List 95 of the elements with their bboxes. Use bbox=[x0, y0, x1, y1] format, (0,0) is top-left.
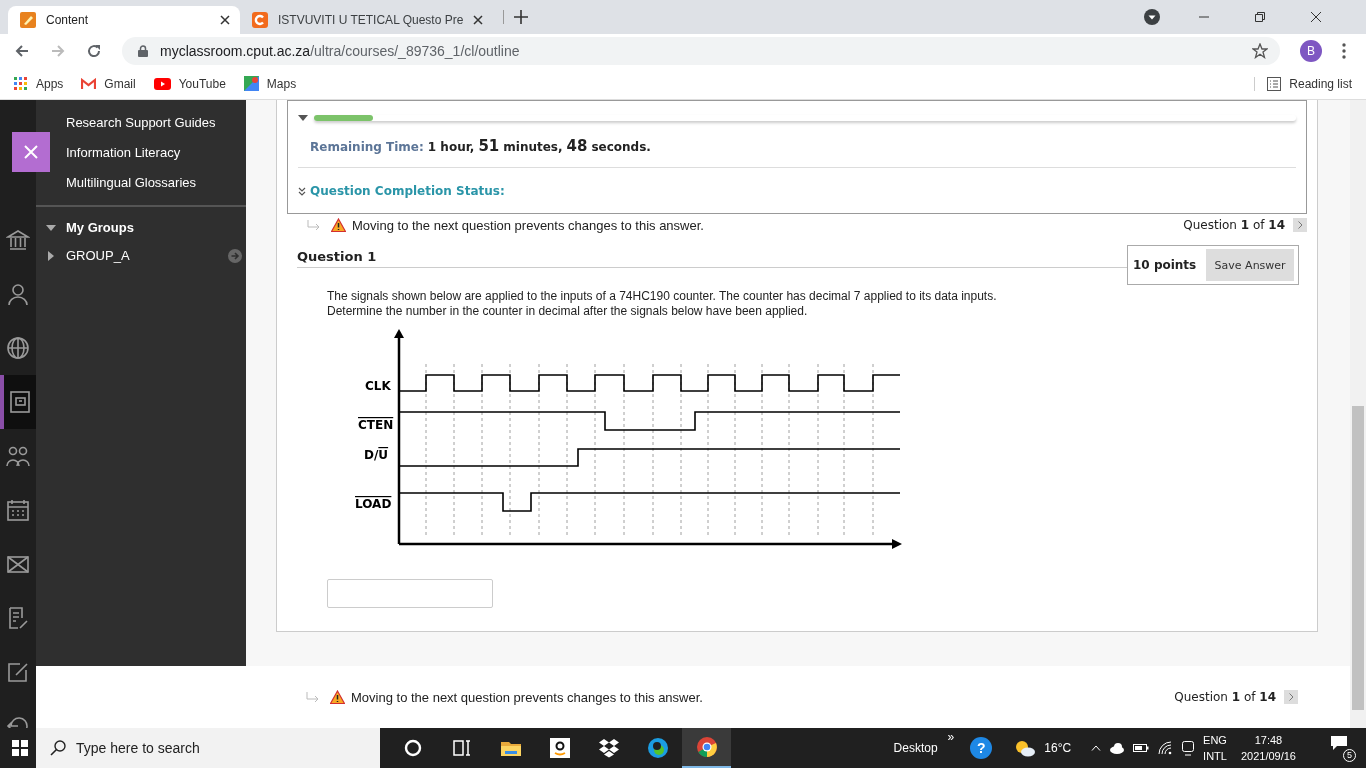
groups-heading: My Groups bbox=[66, 220, 134, 235]
remaining-time-value: minutes, bbox=[503, 140, 563, 154]
clock[interactable]: 17:48 2021/09/16 bbox=[1240, 732, 1296, 764]
remaining-time-value: 1 hour, bbox=[427, 140, 475, 154]
corner-arrow-icon bbox=[306, 692, 320, 702]
message-icon bbox=[1330, 734, 1348, 751]
reload-icon[interactable] bbox=[86, 43, 102, 59]
device-icon[interactable] bbox=[1181, 740, 1196, 756]
new-tab-icon[interactable] bbox=[503, 10, 529, 24]
bookmark-link[interactable]: Apps bbox=[14, 76, 64, 91]
arrow-circle-icon[interactable] bbox=[228, 248, 242, 263]
save-answer-button[interactable]: Save Answer bbox=[1206, 249, 1294, 281]
next-question-button[interactable] bbox=[1293, 218, 1307, 232]
remaining-time-label: Remaining Time: bbox=[310, 140, 424, 154]
people-icon bbox=[6, 444, 30, 468]
group-link[interactable]: GROUP_A bbox=[66, 248, 218, 263]
sidebar-link[interactable]: Information Literacy bbox=[66, 145, 246, 161]
bookmark-link[interactable]: Gmail bbox=[81, 76, 136, 91]
close-icon[interactable] bbox=[473, 15, 484, 25]
taskbar-app-button[interactable] bbox=[682, 728, 731, 768]
points-value: 10 points bbox=[1133, 258, 1197, 272]
wifi-icon[interactable] bbox=[1157, 741, 1174, 755]
remaining-time-value: 51 bbox=[478, 137, 500, 155]
signal-label: CTEN bbox=[358, 418, 394, 432]
person-icon bbox=[6, 282, 30, 306]
pencil-icon bbox=[20, 12, 36, 28]
document-icon bbox=[6, 606, 30, 630]
notification-button[interactable]: 5 bbox=[1330, 734, 1356, 762]
url-text: myclassroom.cput.ac.za/ultra/courses/_89736_1/cl/outline bbox=[160, 43, 520, 59]
chevron-icon[interactable] bbox=[298, 186, 306, 196]
taskbar-search-field[interactable]: Type here to search bbox=[36, 728, 380, 768]
notification-count: 5 bbox=[1343, 748, 1356, 762]
warning-message: Moving to the next question prevents changes to this answer. bbox=[351, 689, 703, 705]
help-button[interactable]: ? bbox=[970, 737, 993, 759]
sun-cloud-icon bbox=[1014, 739, 1037, 757]
restore-icon[interactable] bbox=[1254, 11, 1266, 23]
calendar-icon bbox=[6, 498, 30, 522]
toolbar-overflow-button[interactable]: » bbox=[947, 730, 955, 744]
play-icon bbox=[153, 77, 171, 90]
warning-message: Moving to the next question prevents changes to this answer. bbox=[352, 217, 704, 233]
warning-icon bbox=[330, 690, 345, 704]
caret-icon[interactable] bbox=[46, 222, 56, 233]
chrome-icon bbox=[694, 735, 719, 759]
corner-arrow-icon bbox=[307, 220, 321, 230]
answer-field[interactable] bbox=[327, 579, 493, 608]
list-icon bbox=[1267, 76, 1282, 91]
next-question-button[interactable] bbox=[1284, 690, 1298, 704]
signal-label: LOAD bbox=[355, 497, 392, 511]
desktop-toolbar-label[interactable]: Desktop bbox=[893, 741, 938, 755]
bank-icon bbox=[6, 228, 30, 252]
language-indicator[interactable]: ENG INTL bbox=[1203, 732, 1227, 764]
windows-start-icon[interactable] bbox=[12, 740, 28, 756]
close-button[interactable] bbox=[12, 132, 50, 172]
sidebar-link[interactable]: Research Support Guides bbox=[66, 115, 246, 131]
question-title: Question 1 bbox=[297, 249, 377, 264]
reading-list-link[interactable]: Reading list bbox=[1254, 76, 1352, 91]
browser-tab[interactable]: ISTVUVITI U TETICAL Questo Pre bbox=[240, 6, 494, 34]
battery-icon[interactable] bbox=[1133, 743, 1150, 753]
bookmark-link[interactable]: Maps bbox=[243, 76, 297, 91]
star-icon[interactable] bbox=[1252, 43, 1268, 59]
dropbox-icon bbox=[596, 736, 621, 760]
caret-up-icon[interactable] bbox=[1091, 745, 1102, 751]
browser-tab[interactable]: Content bbox=[8, 6, 240, 34]
map-pin-icon bbox=[243, 76, 259, 91]
caret-icon[interactable] bbox=[298, 114, 308, 122]
question-counter: Question 1 of 14 bbox=[1183, 218, 1285, 232]
mail-icon bbox=[81, 77, 97, 90]
cloud-icon[interactable] bbox=[1109, 742, 1126, 754]
signal-label: D/U bbox=[364, 448, 389, 462]
caret-icon[interactable] bbox=[46, 250, 56, 261]
globe-icon bbox=[6, 336, 30, 360]
lock-icon bbox=[138, 45, 148, 57]
sidebar-link[interactable]: Multilingual Glossaries bbox=[66, 175, 246, 191]
question-text: The signals shown below are applied to the inputs of a 74HC190 counter. The counter has decimal 7 applied to its data inputs. Determine the number in the counter in decimal after the signals below have been applied. bbox=[327, 289, 998, 319]
warning-icon bbox=[331, 218, 346, 232]
remaining-time-value: 48 bbox=[566, 137, 588, 155]
close-icon[interactable] bbox=[220, 15, 230, 25]
profile-avatar[interactable]: B bbox=[1300, 40, 1322, 62]
signal-label: CLK bbox=[365, 379, 391, 393]
scrollbar[interactable] bbox=[1350, 100, 1366, 728]
question-counter: Question 1 of 14 bbox=[1174, 690, 1276, 704]
back-icon[interactable] bbox=[14, 43, 30, 59]
c-logo-icon bbox=[252, 12, 268, 28]
address-bar[interactable]: myclassroom.cput.ac.za/ultra/courses/_89736_1/cl/outline bbox=[122, 37, 1280, 65]
edit-icon bbox=[6, 660, 30, 684]
bookmark-link[interactable]: YouTube bbox=[153, 76, 226, 91]
close-icon[interactable] bbox=[1310, 11, 1322, 23]
completion-status-link[interactable]: Question Completion Status: bbox=[310, 184, 505, 198]
menu-icon[interactable] bbox=[1342, 43, 1346, 59]
temperature-text[interactable]: 16°C bbox=[1044, 741, 1072, 755]
book-icon bbox=[8, 390, 32, 414]
apps-grid-icon bbox=[14, 76, 28, 91]
remaining-time-value: seconds. bbox=[591, 140, 651, 154]
close-icon bbox=[24, 145, 38, 159]
dropdown-icon[interactable] bbox=[1144, 9, 1160, 25]
